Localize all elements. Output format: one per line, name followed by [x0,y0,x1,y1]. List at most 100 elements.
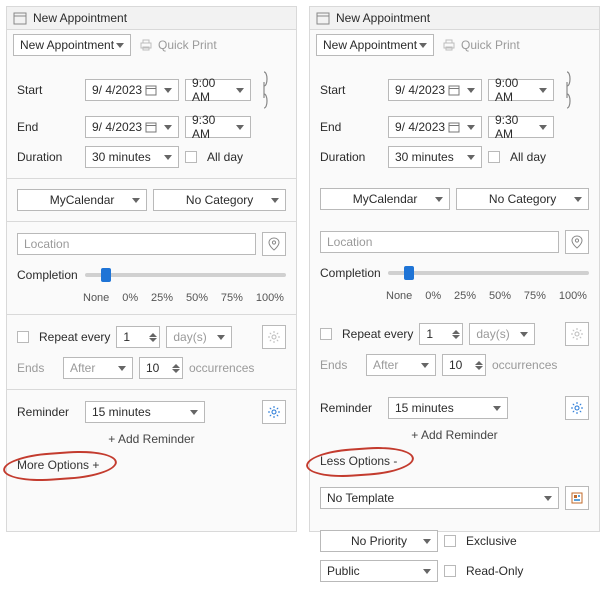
tick-label: None [386,290,412,302]
duration-select[interactable]: 30 minutes [388,146,482,168]
start-date-input[interactable]: 9/ 4/2023 [85,79,179,101]
chevron-down-icon [271,198,279,203]
checkbox-icon [444,565,456,577]
map-pin-button[interactable] [262,232,286,256]
start-time-input[interactable]: 9:00 AM [185,79,251,101]
location-input[interactable]: Location [320,231,559,253]
add-reminder-label: + Add Reminder [108,432,194,446]
calendar-value: MyCalendar [50,193,115,207]
template-section: No Template [310,478,599,518]
gear-icon [570,401,584,415]
allday-label: All day [207,150,243,164]
repeat-count-value: 1 [426,327,433,341]
repeat-unit-select[interactable]: day(s) [166,326,232,348]
repeat-unit-value: day(s) [173,330,206,344]
chevron-down-icon [467,88,475,93]
repeat-checkbox[interactable]: Repeat every [320,327,413,341]
repeat-count-input[interactable]: 1 [419,323,463,345]
reminder-settings-button[interactable] [565,396,589,420]
add-reminder-link[interactable]: + Add Reminder [17,432,286,446]
repeat-count-input[interactable]: 1 [116,326,160,348]
visibility-select[interactable]: Public [320,560,438,582]
duration-select[interactable]: 30 minutes [85,146,179,168]
chevron-down-icon [118,366,126,371]
start-date-input[interactable]: 9/ 4/2023 [388,79,482,101]
ends-count-value: 10 [146,361,159,375]
start-date-value: 9/ 4/2023 [395,83,445,97]
checkbox-icon [488,151,500,163]
ends-mode-select[interactable]: After [63,357,133,379]
appointment-type-select[interactable]: New Appointment [13,34,131,56]
location-placeholder: Location [327,235,372,249]
end-time-input[interactable]: 9:30 AM [185,116,251,138]
ends-mode-select[interactable]: After [366,354,436,376]
occurrences-label: occurrences [492,358,557,372]
start-time-input[interactable]: 9:00 AM [488,79,554,101]
chevron-down-icon [467,125,475,130]
start-time-value: 9:00 AM [495,76,539,104]
chevron-down-icon [190,410,198,415]
tick-label: 50% [186,292,208,304]
slider-thumb[interactable] [404,266,414,280]
readonly-label: Read-Only [466,564,523,578]
tick-label: None [83,292,109,304]
tick-label: 25% [454,290,476,302]
reminder-select[interactable]: 15 minutes [388,397,508,419]
priority-value: No Priority [351,534,407,548]
end-date-input[interactable]: 9/ 4/2023 [388,116,482,138]
duration-label: Duration [17,150,79,164]
map-pin-icon [571,235,583,249]
repeat-unit-select[interactable]: day(s) [469,323,535,345]
allday-checkbox[interactable]: All day [185,150,243,164]
start-date-value: 9/ 4/2023 [92,83,142,97]
link-times-toggle[interactable] [257,68,271,112]
quick-print-button[interactable]: Quick Print [139,38,217,52]
reminder-select[interactable]: 15 minutes [85,401,205,423]
ends-count-input[interactable]: 10 [442,354,486,376]
options-toggle-label: More Options + [17,458,99,472]
completion-slider[interactable] [85,273,286,277]
readonly-checkbox[interactable]: Read-Only [444,564,523,578]
ends-count-input[interactable]: 10 [139,357,183,379]
location-input[interactable]: Location [17,233,256,255]
calendar-select[interactable]: MyCalendar [17,189,147,211]
template-manage-button[interactable] [565,486,589,510]
category-value: No Category [186,193,253,207]
calendar-select[interactable]: MyCalendar [320,188,450,210]
end-label: End [17,120,79,134]
datetime-section: Start 9/ 4/2023 9:00 AM End 9/ 4/2023 [7,60,296,176]
chevron-down-icon [423,539,431,544]
map-pin-button[interactable] [565,230,589,254]
datetime-section: Start 9/ 4/2023 9:00 AM End 9/ 4/2023 [310,60,599,176]
options-toggle-label: Less Options - [320,454,397,468]
chevron-down-icon [520,332,528,337]
divider [7,389,296,390]
start-time-value: 9:00 AM [192,76,236,104]
reminder-settings-button[interactable] [262,400,286,424]
calendar-value: MyCalendar [353,192,418,206]
repeat-checkbox[interactable]: Repeat every [17,330,110,344]
priority-select[interactable]: No Priority [320,530,438,552]
more-options-toggle[interactable]: More Options + [7,454,296,478]
less-options-toggle[interactable]: Less Options - [310,450,599,474]
completion-slider[interactable] [388,271,589,275]
exclusive-checkbox[interactable]: Exclusive [444,534,517,548]
link-times-toggle[interactable] [560,68,574,112]
ends-mode-value: After [70,361,95,375]
quick-print-button[interactable]: Quick Print [442,38,520,52]
toolbar: New Appointment Quick Print [310,30,599,60]
gear-icon [267,405,281,419]
end-time-input[interactable]: 9:30 AM [488,116,554,138]
end-date-value: 9/ 4/2023 [92,120,142,134]
add-reminder-label: + Add Reminder [411,428,497,442]
template-select[interactable]: No Template [320,487,559,509]
add-reminder-link[interactable]: + Add Reminder [320,428,589,442]
appointment-type-select[interactable]: New Appointment [316,34,434,56]
recurrence-settings-button[interactable] [565,322,589,346]
category-select[interactable]: No Category [153,189,286,211]
slider-thumb[interactable] [101,268,111,282]
allday-checkbox[interactable]: All day [488,150,546,164]
category-select[interactable]: No Category [456,188,589,210]
end-date-input[interactable]: 9/ 4/2023 [85,116,179,138]
recurrence-settings-button[interactable] [262,325,286,349]
